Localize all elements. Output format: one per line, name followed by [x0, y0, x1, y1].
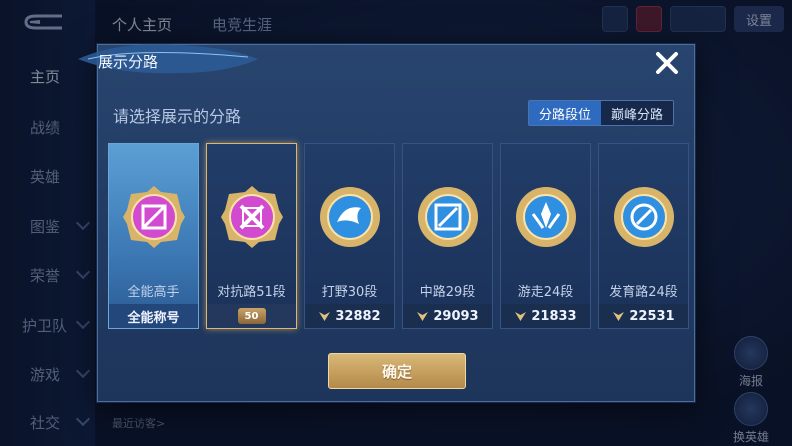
allround-emblem-icon	[122, 186, 185, 248]
points-icon	[515, 311, 527, 321]
lane-card-farm[interactable]: 发育路24段 22531	[598, 143, 689, 329]
lane-card-footer: 50	[207, 304, 296, 328]
lane-card-label: 打野30段	[321, 285, 378, 300]
lane-card-jungle[interactable]: 打野30段 32882	[304, 143, 395, 329]
lane-card-mid[interactable]: 中路29段 29093	[402, 143, 493, 329]
lane-card-label: 发育路24段	[609, 285, 678, 300]
dialog-title: 展示分路	[98, 53, 159, 71]
roam-emblem-icon	[515, 187, 576, 247]
lane-card-clash[interactable]: 对抗路51段 50	[206, 143, 297, 329]
jungle-emblem-icon	[319, 187, 380, 247]
confirm-button[interactable]: 确定	[328, 353, 466, 389]
points-icon	[417, 311, 429, 321]
rank-type-toggle: 分路段位 巅峰分路	[528, 100, 674, 126]
farm-lane-emblem-icon	[613, 187, 674, 247]
lane-card-footer: 29093	[403, 304, 492, 328]
lane-card-roam[interactable]: 游走24段 21833	[500, 143, 591, 329]
points-icon	[319, 311, 331, 321]
mid-lane-emblem-icon	[417, 187, 478, 247]
lane-card-label: 中路29段	[419, 285, 476, 300]
level-badge: 50	[237, 308, 266, 324]
points-value: 32882	[335, 308, 381, 324]
lane-card-footer: 21833	[501, 304, 590, 328]
lane-card-footer: 22531	[599, 304, 688, 328]
points-value: 29093	[433, 308, 479, 324]
tab-lane-rank[interactable]: 分路段位	[529, 101, 601, 125]
show-lane-dialog: 展示分路 请选择展示的分路 分路段位 巅峰分路 全能高手 全能称号 对抗路51段…	[78, 44, 695, 402]
points-icon	[613, 311, 625, 321]
lane-card-footer: 32882	[305, 304, 394, 328]
title-text: 全能称号	[127, 310, 180, 326]
lane-card-list: 全能高手 全能称号 对抗路51段 50 打野30段 32882 中路29段 29…	[108, 143, 689, 329]
lane-card-footer: 全能称号	[109, 304, 198, 328]
clash-lane-emblem-icon	[220, 186, 283, 248]
tab-peak-lane[interactable]: 巅峰分路	[601, 101, 673, 125]
lane-card-label: 对抗路51段	[217, 285, 286, 300]
close-icon[interactable]	[652, 48, 682, 78]
dialog-subtitle: 请选择展示的分路	[113, 107, 242, 126]
lane-card-label: 游走24段	[517, 285, 574, 300]
points-value: 21833	[531, 308, 577, 324]
lane-card-allround[interactable]: 全能高手 全能称号	[108, 143, 199, 329]
lane-card-label: 全能高手	[127, 285, 180, 300]
points-value: 22531	[629, 308, 675, 324]
